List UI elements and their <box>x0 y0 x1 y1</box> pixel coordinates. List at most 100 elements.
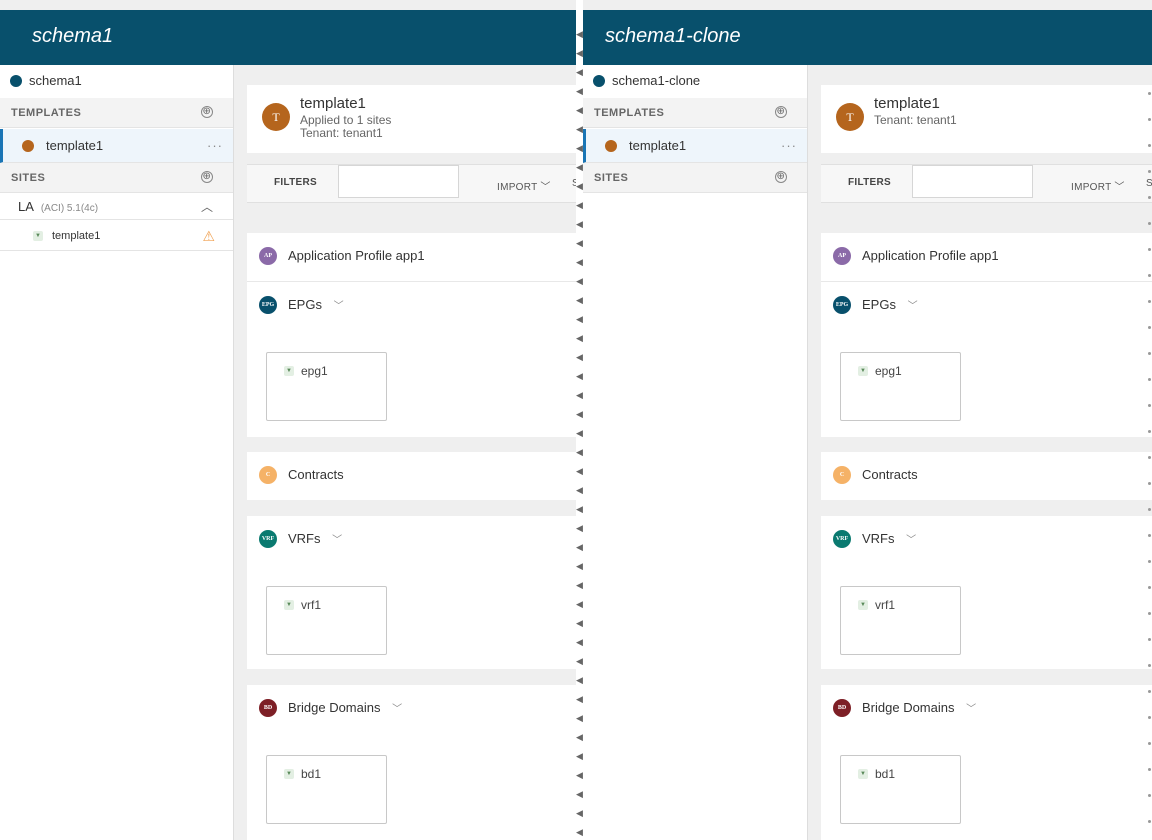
vrfs-toggle[interactable]: VRF VRFs ﹀ <box>833 530 916 550</box>
schema-icon <box>10 75 22 87</box>
shield-icon: ▼ <box>284 600 294 610</box>
schema-title: schema1-clone <box>605 25 741 47</box>
shield-icon: ▼ <box>33 231 43 241</box>
contracts-toggle[interactable]: C Contracts <box>833 466 918 484</box>
bridge-domains-section: BD Bridge Domains ﹀ ▼ bd1 <box>821 685 1152 840</box>
import-button[interactable]: IMPORT ﹀ <box>497 178 551 193</box>
site-template-item[interactable]: ▼ template1 ⚠ <box>0 221 233 251</box>
collapse-arrow-icon: ◀ <box>576 599 583 609</box>
sites-section-header: SITES ⊕ <box>583 163 807 193</box>
edge-dot <box>1148 222 1151 225</box>
collapse-site-icon[interactable]: ︿ <box>201 194 213 220</box>
site-template-label: template1 <box>52 230 101 242</box>
collapse-arrow-icon: ◀ <box>576 447 583 457</box>
epg-card[interactable]: ▼ epg1 <box>840 352 961 421</box>
bds-title: Bridge Domains <box>288 700 381 715</box>
schema-root-label: schema1 <box>29 73 82 88</box>
edge-dot <box>1148 144 1151 147</box>
edge-dot <box>1148 820 1151 823</box>
collapse-arrow-icon: ◀ <box>576 200 583 210</box>
edge-dot <box>1148 92 1151 95</box>
template-name: template1 <box>300 95 366 112</box>
edge-dot <box>1148 248 1151 251</box>
template-meta: Applied to 1 sites Tenant: tenant1 <box>300 114 391 140</box>
templates-section-header: TEMPLATES ⊕ <box>583 98 807 128</box>
more-actions-icon[interactable]: ··· <box>781 129 797 163</box>
collapse-arrow-icon: ◀ <box>576 504 583 514</box>
chevron-down-icon: ﹀ <box>333 301 344 312</box>
vrf-card[interactable]: ▼ vrf1 <box>266 586 387 655</box>
section-title[interactable]: AP Application Profile app1 <box>259 247 425 265</box>
shield-icon: ▼ <box>284 769 294 779</box>
add-site-icon[interactable]: ⊕ <box>775 171 787 183</box>
bds-toggle[interactable]: BD Bridge Domains ﹀ <box>833 699 976 719</box>
schema-title: schema1 <box>32 25 114 47</box>
epg-label: epg1 <box>875 364 902 378</box>
collapse-arrow-icon: ◀ <box>576 523 583 533</box>
schema-root-item[interactable]: schema1 <box>0 69 233 93</box>
collapse-arrow-icon: ◀ <box>576 29 583 39</box>
vrfs-toggle[interactable]: VRF VRFs ﹀ <box>259 530 342 550</box>
more-actions-icon[interactable]: ··· <box>207 129 223 163</box>
schema-root-item[interactable]: schema1-clone <box>583 69 807 93</box>
epg-card[interactable]: ▼ epg1 <box>266 352 387 421</box>
epgs-toggle[interactable]: EPG EPGs ﹀ <box>259 296 344 316</box>
template-header-card: T template1 Applied to 1 sites Tenant: t… <box>247 85 576 153</box>
sidebar-item-template1[interactable]: template1 ··· <box>0 129 233 163</box>
bd-card[interactable]: ▼ bd1 <box>840 755 961 824</box>
add-template-icon[interactable]: ⊕ <box>775 106 787 118</box>
vrfs-section: VRF VRFs ﹀ ▼ vrf1 <box>821 516 1152 669</box>
epgs-title: EPGs <box>862 297 896 312</box>
edge-dot <box>1148 352 1151 355</box>
schema-pane-left: schema1 schema1 TEMPLATES ⊕ template1 ··… <box>0 0 576 840</box>
edge-dot <box>1148 612 1151 615</box>
edge-dot <box>1148 508 1151 511</box>
collapse-arrow-icon: ◀ <box>576 694 583 704</box>
epgs-title: EPGs <box>288 297 322 312</box>
collapse-arrow-icon: ◀ <box>576 656 583 666</box>
collapse-arrow-icon: ◀ <box>576 466 583 476</box>
site-version: (ACI) 5.1(4c) <box>40 203 99 214</box>
filters-bar: FILTERS IMPORT ﹀ S <box>821 164 1152 203</box>
epgs-section: EPG EPGs ﹀ ▼ epg1 <box>247 282 576 437</box>
filters-input[interactable] <box>912 165 1033 198</box>
bd-card[interactable]: ▼ bd1 <box>266 755 387 824</box>
filters-label: FILTERS <box>848 177 892 188</box>
add-template-icon[interactable]: ⊕ <box>201 106 213 118</box>
templates-section-header: TEMPLATES ⊕ <box>0 98 233 128</box>
pane-divider: ◀ ◀ ◀ ◀ ◀ ◀ ◀ ◀ ◀ ◀ ◀ ◀ ◀ ◀ ◀ ◀ ◀ ◀ ◀ ◀ ◀ ◀ ◀ ◀ ◀ ◀ ◀ ◀ ◀ ◀ ◀ ◀ ◀ ◀ ◀ ◀ ◀ ◀ ◀ ◀… <box>576 0 583 840</box>
collapse-arrow-icon: ◀ <box>576 827 583 837</box>
contracts-toggle[interactable]: C Contracts <box>259 466 344 484</box>
contracts-title: Contracts <box>288 467 344 482</box>
schema-icon <box>593 75 605 87</box>
shield-icon: ▼ <box>858 366 868 376</box>
add-site-icon[interactable]: ⊕ <box>201 171 213 183</box>
filters-input[interactable] <box>338 165 459 198</box>
shield-icon: ▼ <box>284 366 294 376</box>
import-button[interactable]: IMPORT ﹀ <box>1071 178 1125 193</box>
sort-button[interactable]: S <box>1146 178 1152 189</box>
chevron-down-icon: ﹀ <box>1114 182 1125 193</box>
vrf-card[interactable]: ▼ vrf1 <box>840 586 961 655</box>
contracts-section: C Contracts <box>247 452 576 500</box>
collapse-arrow-icon: ◀ <box>576 561 583 571</box>
edge-dot <box>1148 326 1151 329</box>
schema-sidebar: schema1 TEMPLATES ⊕ template1 ··· SITES … <box>0 65 234 840</box>
bds-toggle[interactable]: BD Bridge Domains ﹀ <box>259 699 402 719</box>
sidebar-item-template1[interactable]: template1 ··· <box>583 129 807 163</box>
contract-badge-icon: C <box>259 466 277 484</box>
schema-title-bar: schema1 <box>0 10 576 65</box>
shield-icon: ▼ <box>858 769 868 779</box>
chevron-down-icon: ﹀ <box>392 704 403 715</box>
ap-title: Application Profile app1 <box>862 248 999 263</box>
collapse-arrow-icon: ◀ <box>576 238 583 248</box>
section-title[interactable]: AP Application Profile app1 <box>833 247 999 265</box>
template-avatar: T <box>262 103 290 131</box>
epg-label: epg1 <box>301 364 328 378</box>
template-tenant: Tenant: tenant1 <box>300 126 383 140</box>
site-item-la[interactable]: LA (ACI) 5.1(4c) ︿ <box>0 194 233 220</box>
contracts-title: Contracts <box>862 467 918 482</box>
epgs-toggle[interactable]: EPG EPGs ﹀ <box>833 296 918 316</box>
edge-dot <box>1148 456 1151 459</box>
vrfs-title: VRFs <box>862 531 895 546</box>
